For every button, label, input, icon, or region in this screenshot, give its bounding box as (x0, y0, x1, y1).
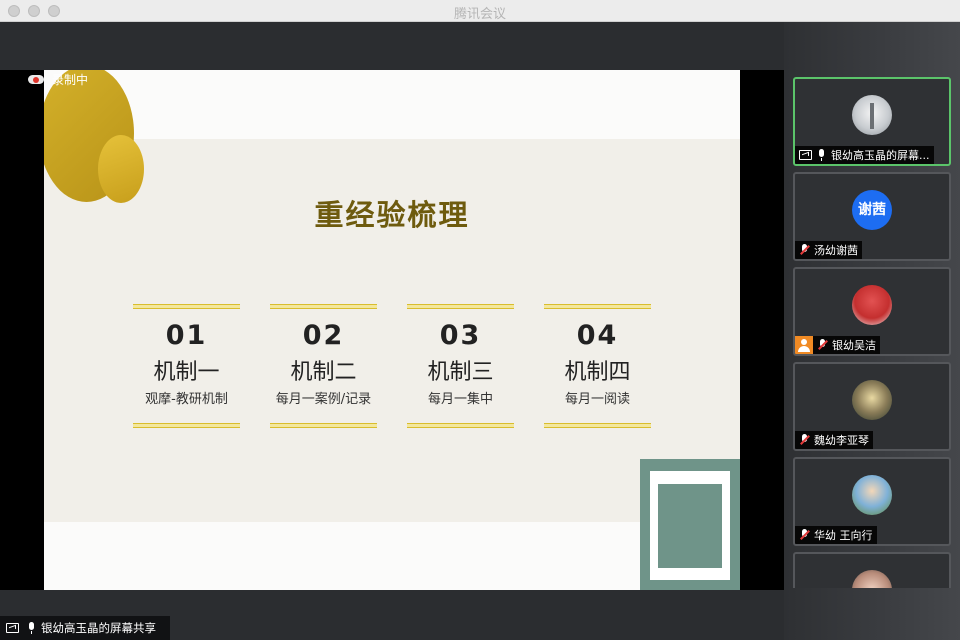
participant-name: 汤幼谢茜 (814, 244, 858, 257)
participant-name-bar: 银幼高玉晶的屏幕... (795, 146, 934, 164)
participant-tile-6[interactable] (793, 552, 951, 588)
mechanism-title: 机制二 (290, 360, 357, 385)
microphone-muted-icon (799, 529, 810, 541)
participant-name: 华幼 王向行 (814, 529, 873, 542)
participant-name: 魏幼李亚琴 (814, 434, 869, 447)
gold-divider (270, 423, 377, 428)
microphone-muted-icon (799, 244, 810, 256)
participant-tile-1[interactable]: 银幼高玉晶的屏幕... (793, 77, 951, 166)
recording-label: 录制中 (52, 72, 89, 87)
mechanism-number: 03 (439, 320, 482, 351)
mechanism-title: 机制四 (564, 360, 631, 385)
participant-name-bar: 魏幼李亚琴 (795, 431, 873, 449)
mechanism-number: 01 (165, 320, 208, 351)
recording-indicator[interactable]: 录制中 (28, 70, 88, 88)
gold-divider (407, 304, 514, 309)
microphone-icon (816, 149, 826, 161)
mechanism-item-2: 02 机制二 每月一案例/记录 (270, 304, 377, 428)
mechanism-subtitle: 每月一案例/记录 (275, 392, 372, 407)
cloud-record-icon (28, 73, 44, 85)
mechanism-item-3: 03 机制三 每月一集中 (407, 304, 514, 428)
gold-divider (270, 304, 377, 309)
microphone-icon (27, 622, 35, 634)
gold-divider (544, 423, 651, 428)
screen-share-icon (799, 150, 812, 160)
participant-avatar-photo (852, 570, 892, 588)
window-title: 腾讯会议 (453, 7, 506, 22)
mechanism-number: 02 (302, 320, 345, 351)
mechanism-subtitle: 观摩-教研机制 (145, 392, 228, 407)
mechanism-subtitle: 每月一集中 (427, 392, 493, 407)
avatar: 谢茜 (852, 190, 892, 230)
presenter-avatar-photo (852, 95, 892, 135)
window-titlebar: 腾讯会议 (0, 0, 960, 22)
participant-name-bar: 华幼 王向行 (795, 526, 877, 544)
group-avatar-photo (852, 380, 892, 420)
participant-tile-4[interactable]: 魏幼李亚琴 (793, 362, 951, 451)
screen-share-icon (6, 623, 19, 633)
gold-divider (133, 304, 240, 309)
mechanism-subtitle: 每月一阅读 (564, 392, 630, 407)
user-icon (795, 336, 813, 354)
teal-frame-decoration (640, 459, 740, 590)
screen-share-owner: 银幼高玉晶的屏幕共享 (41, 621, 156, 635)
mechanism-title: 机制一 (153, 360, 220, 385)
mechanism-item-4: 04 机制四 每月一阅读 (544, 304, 651, 428)
participant-name-bar: 银幼吴洁 (813, 336, 880, 354)
red-hat-avatar-photo (852, 285, 892, 325)
microphone-muted-icon (799, 434, 810, 446)
mechanism-item-1: 01 机制一 观摩-教研机制 (133, 304, 240, 428)
mechanism-number: 04 (576, 320, 619, 351)
teal-frame-inner (658, 484, 722, 568)
participant-name-bar: 汤幼谢茜 (795, 241, 862, 259)
child-avatar-photo (852, 475, 892, 515)
screen-share-label: 银幼高玉晶的屏幕共享 (0, 616, 170, 640)
slide-title: 重经验梳理 (314, 198, 470, 232)
teal-frame-border (650, 471, 730, 580)
participant-name: 银幼高玉晶的屏幕... (831, 149, 930, 162)
participant-name: 银幼吴洁 (832, 339, 876, 352)
gold-divider (407, 423, 514, 428)
gold-divider (544, 304, 651, 309)
microphone-muted-icon (817, 339, 828, 351)
participant-tile-5[interactable]: 华幼 王向行 (793, 457, 951, 546)
gold-divider (133, 423, 240, 428)
participant-tile-2[interactable]: 谢茜 汤幼谢茜 (793, 172, 951, 261)
mechanism-title: 机制三 (427, 360, 494, 385)
presentation-slide: 重经验梳理 01 机制一 观摩-教研机制 02 机制二 每月一案例/记录 03 … (44, 70, 740, 590)
participant-tile-3[interactable]: 银幼吴洁 (793, 267, 951, 356)
